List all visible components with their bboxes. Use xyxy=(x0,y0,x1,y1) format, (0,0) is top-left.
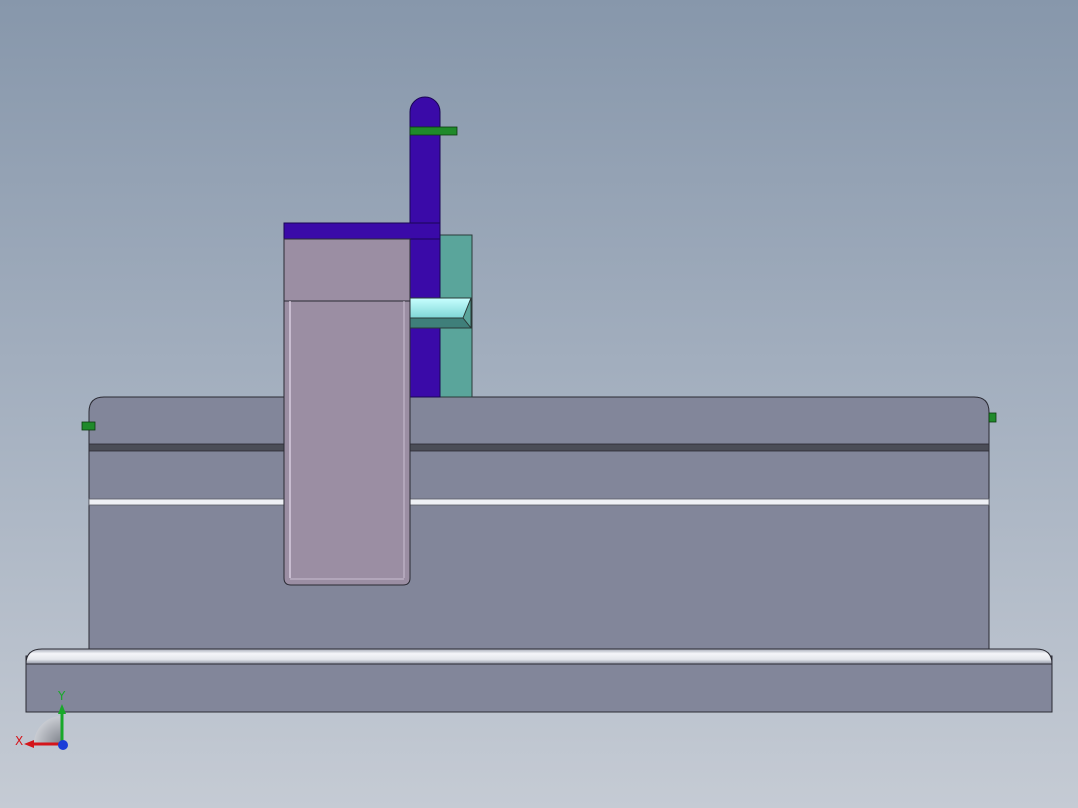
base-plate-top-edge xyxy=(25,648,1053,665)
cyan-wedge[interactable] xyxy=(409,297,473,329)
horizontal-bar xyxy=(283,222,441,240)
cad-viewport[interactable]: Y X xyxy=(0,0,1078,808)
x-axis-label: X xyxy=(15,734,23,748)
main-body-outline xyxy=(88,396,990,650)
mauve-column[interactable] xyxy=(283,238,411,586)
left-side-marker[interactable] xyxy=(81,421,96,431)
column-body xyxy=(283,300,411,586)
wedge-lower-face xyxy=(409,317,473,329)
rod-green-pin[interactable] xyxy=(409,126,458,136)
base-plate[interactable] xyxy=(25,648,1053,713)
y-axis-label: Y xyxy=(57,689,66,703)
wedge-top-face xyxy=(409,297,472,319)
groove-dark xyxy=(88,443,990,452)
x-axis-arrowhead xyxy=(24,740,34,748)
main-body[interactable] xyxy=(88,396,990,650)
right-side-marker[interactable] xyxy=(988,412,997,423)
z-axis-dot xyxy=(58,740,68,750)
column-head xyxy=(283,238,411,302)
triad-quadrant xyxy=(34,716,62,744)
vertical-rod xyxy=(409,96,441,398)
model-drawing: Y X xyxy=(15,96,1053,750)
groove-light xyxy=(88,498,990,506)
